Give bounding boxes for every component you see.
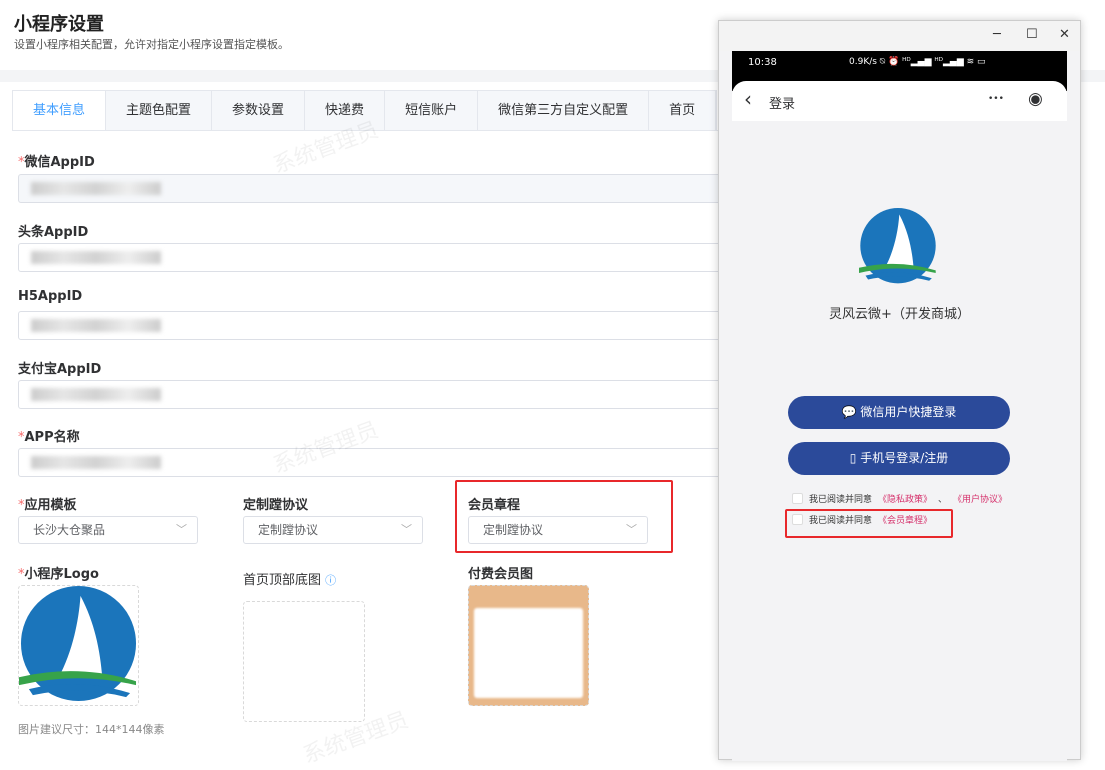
privacy-policy-link[interactable]: 《隐私政策》 (878, 492, 932, 505)
h5-appid-input[interactable] (18, 311, 728, 340)
tab-sms-account[interactable]: 短信账户 (385, 91, 479, 131)
app-logo-icon (859, 208, 936, 284)
toutiao-appid-label: 头条AppID (18, 225, 89, 240)
tab-shipping-fee[interactable]: 快递费 (305, 91, 386, 131)
tab-basic-info[interactable]: 基本信息 (13, 91, 107, 131)
h5-appid-label: H5AppID (18, 289, 83, 304)
alipay-appid-input[interactable] (18, 380, 728, 409)
wechat-appid-input[interactable] (18, 174, 728, 203)
paid-member-label: 付费会员图 (468, 567, 534, 582)
separator: 、 (938, 495, 948, 505)
home-bg-label: 首页顶部底图 ⓘ (243, 573, 337, 588)
wechat-login-button[interactable]: 💬 微信用户快捷登录 (788, 396, 1010, 429)
wechat-login-label: 微信用户快捷登录 (860, 405, 957, 419)
window-titlebar[interactable]: ─ ☐ ✕ (719, 21, 1080, 51)
toutiao-appid-input[interactable] (18, 243, 728, 272)
agree-privacy-checkbox[interactable] (792, 493, 803, 504)
nav-title: 登录 (769, 97, 796, 112)
custom-agreement-select[interactable]: 定制蹚协议 ﹀ (243, 516, 423, 544)
tab-theme-color[interactable]: 主题色配置 (106, 91, 213, 131)
chevron-down-icon: ﹀ (176, 523, 187, 536)
logo-label: *小程序Logo (18, 567, 99, 582)
minimize-button[interactable]: ─ (993, 27, 1001, 42)
custom-agreement-label: 定制蹚协议 (243, 498, 309, 513)
status-time: 10:38 (748, 57, 777, 68)
back-icon[interactable]: ‹ (744, 87, 752, 111)
agree-privacy-row: 我已阅读并同意 《隐私政策》、《用户协议》 (792, 492, 1007, 505)
highlight-box (455, 480, 673, 553)
tab-home[interactable]: 首页 (649, 91, 717, 131)
app-template-label: *应用模板 (18, 498, 77, 513)
info-icon: ⓘ (325, 574, 337, 587)
phone-screen: 10:38 0.9K/s ⍉ ⏰ ᴴᴰ▂▄▆ ᴴᴰ▂▄▆ ≋ ▭ ‹ 登录 ••… (732, 51, 1067, 761)
more-icon[interactable]: ••• (988, 94, 1004, 104)
highlight-box (785, 509, 953, 538)
chevron-down-icon: ﹀ (401, 523, 412, 536)
tab-divider (12, 130, 732, 131)
mobile-phone-icon: ▯ (849, 451, 857, 465)
app-name-label: *APP名称 (18, 430, 80, 445)
simulator-window: ─ ☐ ✕ 10:38 0.9K/s ⍉ ⏰ ᴴᴰ▂▄▆ ᴴᴰ▂▄▆ ≋ ▭ ‹… (718, 20, 1081, 761)
sailboat-logo-icon (19, 586, 137, 702)
close-button[interactable]: ✕ (1059, 27, 1070, 42)
close-miniprogram-icon[interactable]: ◉ (1028, 89, 1043, 109)
app-name: 灵风云微+（开发商城） (829, 307, 970, 322)
wechat-icon: 💬 (841, 405, 857, 419)
status-icons: 0.9K/s ⍉ ⏰ ᴴᴰ▂▄▆ ᴴᴰ▂▄▆ ≋ ▭ (849, 57, 986, 67)
image-size-hint: 图片建议尺寸：144*144像素 (18, 723, 165, 736)
nav-bar: ‹ 登录 ••• ◉ (732, 81, 1067, 121)
logo-upload[interactable] (18, 585, 139, 706)
app-name-input[interactable] (18, 448, 728, 477)
phone-login-button[interactable]: ▯ 手机号登录/注册 (788, 442, 1010, 475)
user-agreement-link[interactable]: 《用户协议》 (953, 492, 1007, 505)
home-bg-upload[interactable] (243, 601, 365, 722)
app-template-value: 长沙大仓聚品 (33, 523, 106, 537)
page-title: 小程序设置 (14, 14, 104, 35)
alipay-appid-label: 支付宝AppID (18, 362, 102, 377)
page-subtitle: 设置小程序相关配置，允许对指定小程序设置指定模板。 (14, 38, 289, 51)
tab-wechat-third-party[interactable]: 微信第三方自定义配置 (478, 91, 650, 131)
agree-text: 我已阅读并同意 (809, 495, 873, 505)
phone-login-label: 手机号登录/注册 (860, 451, 949, 465)
tab-bar: 基本信息 主题色配置 参数设置 快递费 短信账户 微信第三方自定义配置 首页 (12, 90, 718, 131)
tab-params[interactable]: 参数设置 (212, 91, 306, 131)
custom-agreement-value: 定制蹚协议 (258, 523, 319, 537)
paid-member-image[interactable] (468, 585, 589, 706)
maximize-button[interactable]: ☐ (1026, 27, 1038, 42)
wechat-appid-label: *微信AppID (18, 155, 95, 170)
app-template-select[interactable]: 长沙大仓聚品 ﹀ (18, 516, 198, 544)
